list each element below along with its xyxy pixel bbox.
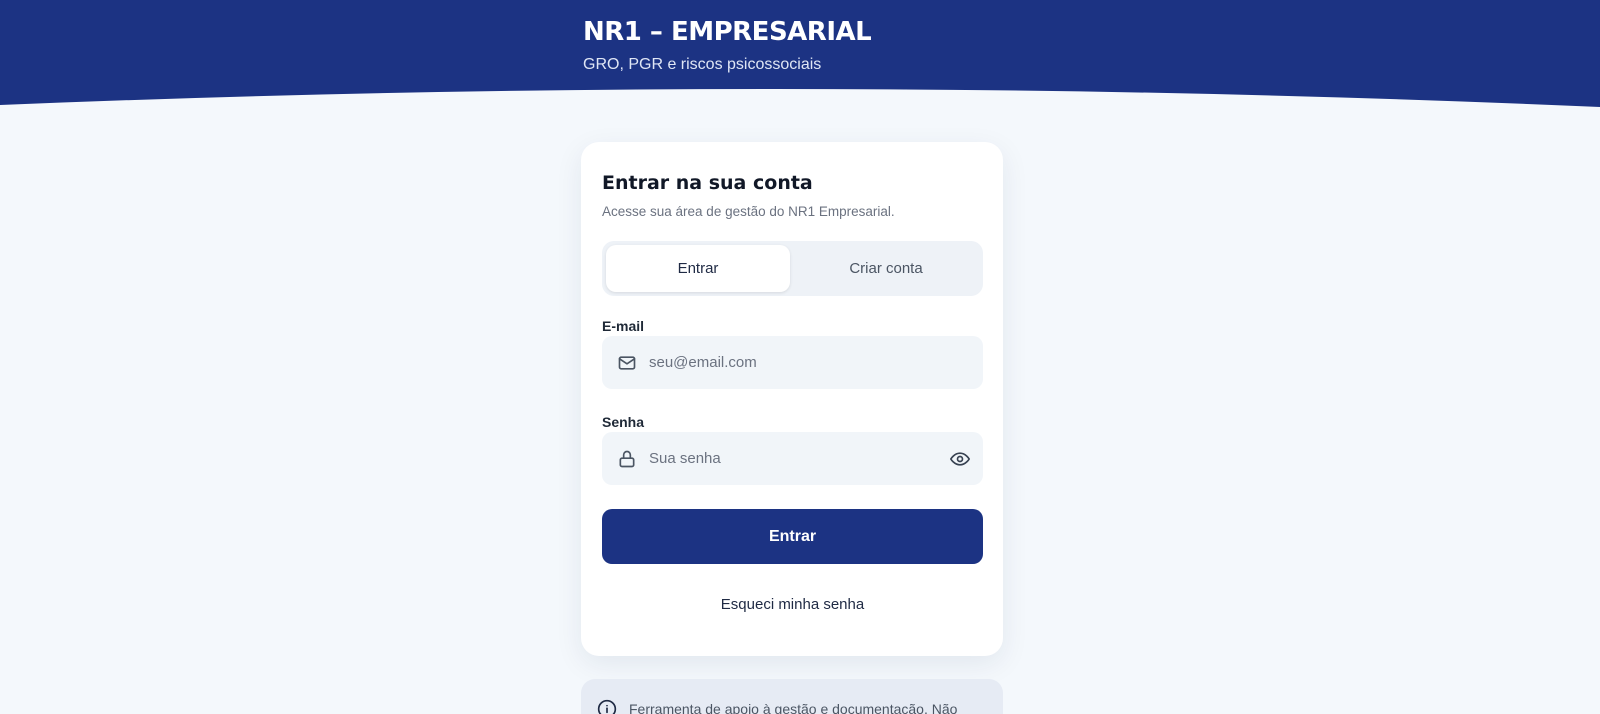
brand-block: NR1 – EMPRESARIAL GRO, PGR e riscos psic… — [583, 16, 872, 74]
tab-create-account[interactable]: Criar conta — [794, 245, 978, 292]
password-field-container — [602, 432, 983, 485]
email-field-container — [602, 336, 983, 389]
page-header: NR1 – EMPRESARIAL GRO, PGR e riscos psic… — [0, 0, 1600, 110]
password-input[interactable] — [649, 432, 939, 485]
login-card: Entrar na sua conta Acesse sua área de g… — [581, 142, 1003, 656]
disclaimer-text: Ferramenta de apoio à gestão e documenta… — [629, 701, 958, 714]
info-icon — [597, 699, 617, 714]
password-label: Senha — [602, 414, 645, 430]
login-submit-button[interactable]: Entrar — [602, 509, 983, 564]
mail-icon — [618, 356, 636, 370]
email-label: E-mail — [602, 318, 645, 334]
brand-subtitle: GRO, PGR e riscos psicossociais — [583, 56, 822, 73]
eye-icon[interactable] — [950, 449, 970, 469]
forgot-password-link[interactable]: Esqueci minha senha — [602, 596, 983, 613]
brand-title: NR1 – EMPRESARIAL — [583, 17, 872, 47]
email-input[interactable] — [649, 336, 939, 389]
tab-login[interactable]: Entrar — [606, 245, 790, 292]
card-subtitle: Acesse sua área de gestão do NR1 Empresa… — [602, 204, 895, 219]
lock-icon — [619, 450, 635, 468]
card-title: Entrar na sua conta — [602, 172, 813, 194]
disclaimer-notice: Ferramenta de apoio à gestão e documenta… — [581, 679, 1003, 714]
auth-tabs: Entrar Criar conta — [602, 241, 983, 296]
